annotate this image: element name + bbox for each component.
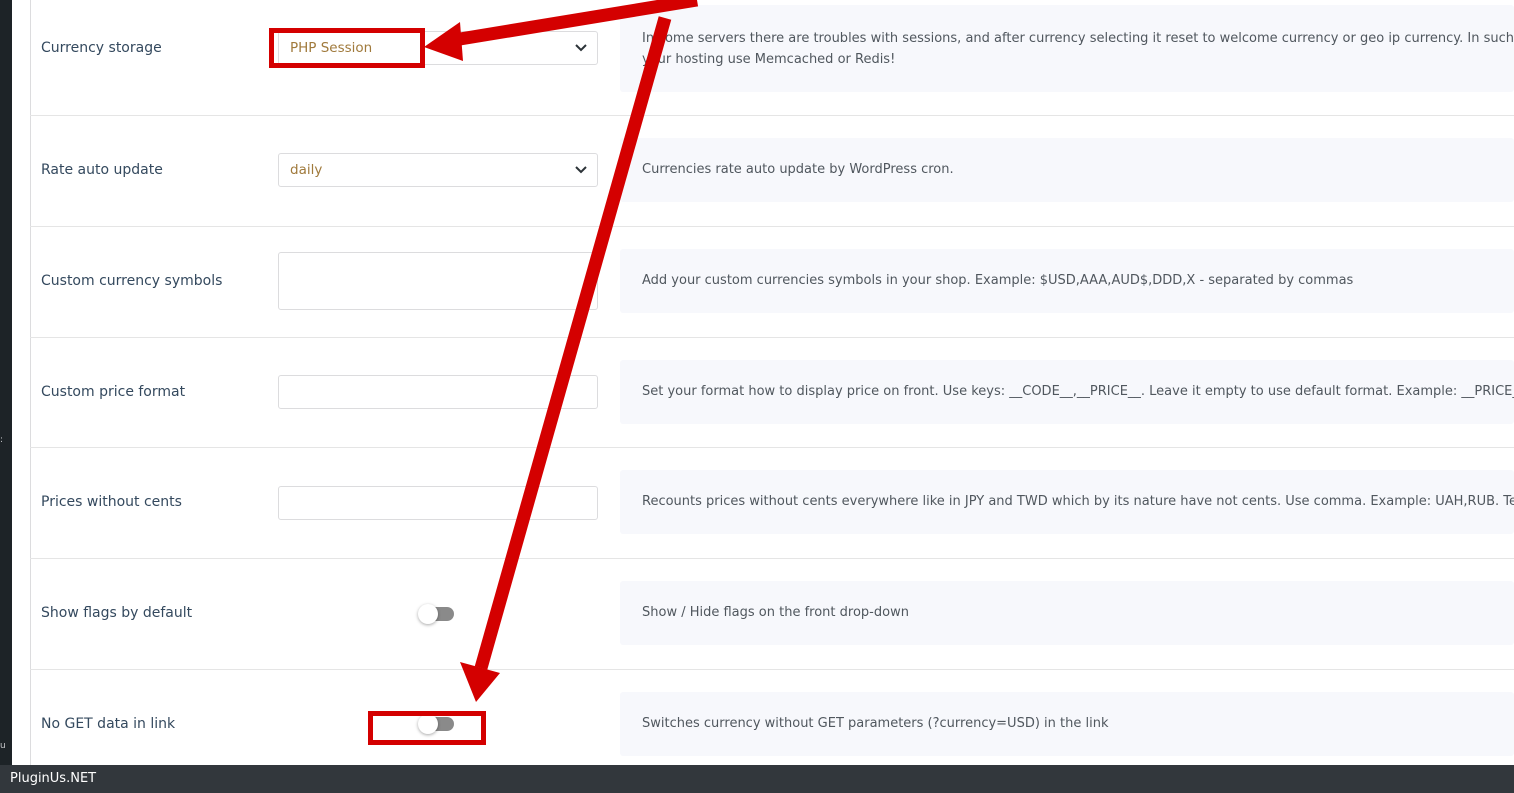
description-line: Add your custom currencies symbols in yo… — [642, 273, 1354, 288]
setting-label: No GET data in link — [41, 716, 176, 732]
rate-auto-update-select[interactable]: daily — [278, 153, 598, 187]
setting-row-prices-without-cents: Prices without cents Recounts prices wit… — [30, 448, 1514, 559]
setting-control — [278, 670, 600, 765]
toggle-knob — [418, 604, 438, 624]
description-line: In some servers there are troubles with … — [642, 31, 1514, 46]
setting-control — [278, 559, 600, 669]
description-line: Recounts prices without cents everywhere… — [642, 494, 1514, 509]
setting-row-custom-price-format: Custom price format Set your format how … — [30, 338, 1514, 448]
setting-description: Currencies rate auto update by WordPress… — [620, 138, 1514, 202]
custom-price-format-input[interactable] — [278, 375, 598, 409]
setting-row-custom-currency-symbols: Custom currency symbols Add your custom … — [30, 227, 1514, 338]
setting-description: Recounts prices without cents everywhere… — [620, 470, 1514, 534]
chevron-down-icon — [575, 44, 587, 52]
footer-brand[interactable]: PluginUs.NET — [10, 771, 96, 786]
setting-control — [278, 227, 600, 337]
description-line: Show / Hide flags on the front drop-down — [642, 605, 909, 620]
setting-row-rate-auto-update: Rate auto update daily Currencies rate a… — [30, 116, 1514, 227]
description-line: Currencies rate auto update by WordPress… — [642, 162, 954, 177]
setting-label: Show flags by default — [41, 605, 193, 621]
setting-label: Prices without cents — [41, 494, 182, 510]
setting-label: Custom price format — [41, 384, 186, 400]
chevron-down-icon — [575, 166, 587, 174]
setting-row-currency-storage: Currency storage PHP Session In some ser… — [30, 5, 1514, 116]
setting-control — [278, 338, 600, 447]
setting-label: Rate auto update — [41, 162, 163, 178]
setting-row-show-flags: Show flags by default Show / Hide flags … — [30, 559, 1514, 670]
setting-control: PHP Session — [278, 5, 600, 115]
admin-sidebar-strip: : u — [0, 0, 12, 765]
footer-bar: PluginUs.NET — [0, 765, 1514, 793]
setting-description: In some servers there are troubles with … — [620, 5, 1514, 92]
setting-row-no-get-data: No GET data in link Switches currency wi… — [30, 670, 1514, 765]
custom-currency-symbols-textarea[interactable] — [278, 252, 598, 310]
setting-description: Add your custom currencies symbols in yo… — [620, 249, 1514, 313]
description-line: your hosting use Memcached or Redis! — [642, 52, 896, 67]
setting-label: Currency storage — [41, 40, 162, 56]
no-get-data-toggle[interactable] — [418, 714, 454, 734]
description-line: Switches currency without GET parameters… — [642, 716, 1109, 731]
currency-storage-select[interactable]: PHP Session — [278, 31, 598, 65]
sidebar-fragment: u — [0, 741, 6, 751]
setting-control — [278, 448, 600, 558]
show-flags-toggle[interactable] — [418, 604, 454, 624]
setting-description: Set your format how to display price on … — [620, 360, 1514, 424]
setting-control: daily — [278, 116, 600, 226]
toggle-knob — [418, 714, 438, 734]
setting-label: Custom currency symbols — [41, 273, 223, 289]
select-value: PHP Session — [290, 40, 373, 56]
sidebar-fragment: : — [0, 435, 4, 445]
setting-description: Switches currency without GET parameters… — [620, 692, 1514, 756]
prices-without-cents-input[interactable] — [278, 486, 598, 520]
description-line: Set your format how to display price on … — [642, 384, 1514, 399]
select-value: daily — [290, 162, 323, 178]
setting-description: Show / Hide flags on the front drop-down — [620, 581, 1514, 645]
